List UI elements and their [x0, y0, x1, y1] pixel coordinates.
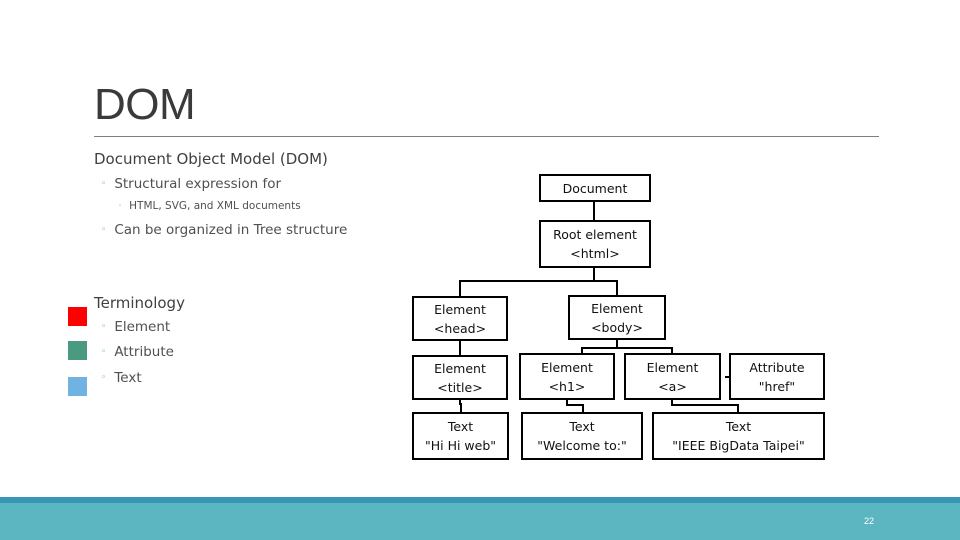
- node-element-body: Element <body>: [568, 295, 666, 340]
- node-label: Attribute: [749, 359, 805, 375]
- edge-body-h1: [581, 339, 618, 354]
- node-tag: <head>: [433, 320, 487, 336]
- node-document: Document: [539, 174, 651, 202]
- node-label: Element: [434, 360, 486, 376]
- node-label: Element: [434, 301, 486, 317]
- node-tag: <a>: [658, 378, 687, 394]
- edge-h1-text: [566, 399, 584, 413]
- edge-html-head: [459, 267, 595, 297]
- node-label: Text: [569, 419, 595, 434]
- node-root-html: Root element <html>: [539, 220, 651, 268]
- node-label: Element: [646, 359, 699, 375]
- edge-html-body: [594, 280, 618, 296]
- node-value: "Welcome to:": [537, 438, 627, 453]
- node-element-head: Element <head>: [412, 296, 508, 341]
- node-tag: <h1>: [548, 378, 586, 394]
- node-tag: <body>: [591, 319, 643, 335]
- page-number: 22: [864, 516, 875, 526]
- node-label: Element: [541, 359, 593, 375]
- node-label: Text: [725, 419, 752, 434]
- node-tag: <html>: [570, 246, 620, 261]
- node-text-h1: Text "Welcome to:": [521, 412, 643, 460]
- node-text-a: Text "IEEE BigData Taipei": [652, 412, 825, 460]
- node-element-title: Element <title>: [412, 355, 508, 400]
- node-label: Root element: [553, 227, 637, 242]
- node-value: "Hi Hi web": [424, 438, 497, 453]
- node-label: Element: [591, 300, 643, 316]
- footer-bar: [0, 503, 960, 540]
- node-attribute-href: Attribute "href": [729, 353, 825, 400]
- node-label: Document: [562, 180, 628, 196]
- edge-title-text: [459, 399, 462, 413]
- node-element-a: Element <a>: [624, 353, 721, 400]
- node-value: "href": [758, 378, 796, 394]
- node-tag: <title>: [437, 379, 483, 395]
- edge-a-text: [671, 399, 739, 413]
- node-value: "IEEE BigData Taipei": [672, 438, 805, 453]
- node-text-title: Text "Hi Hi web": [412, 412, 509, 460]
- node-label: Text: [447, 419, 474, 434]
- node-element-h1: Element <h1>: [519, 353, 615, 400]
